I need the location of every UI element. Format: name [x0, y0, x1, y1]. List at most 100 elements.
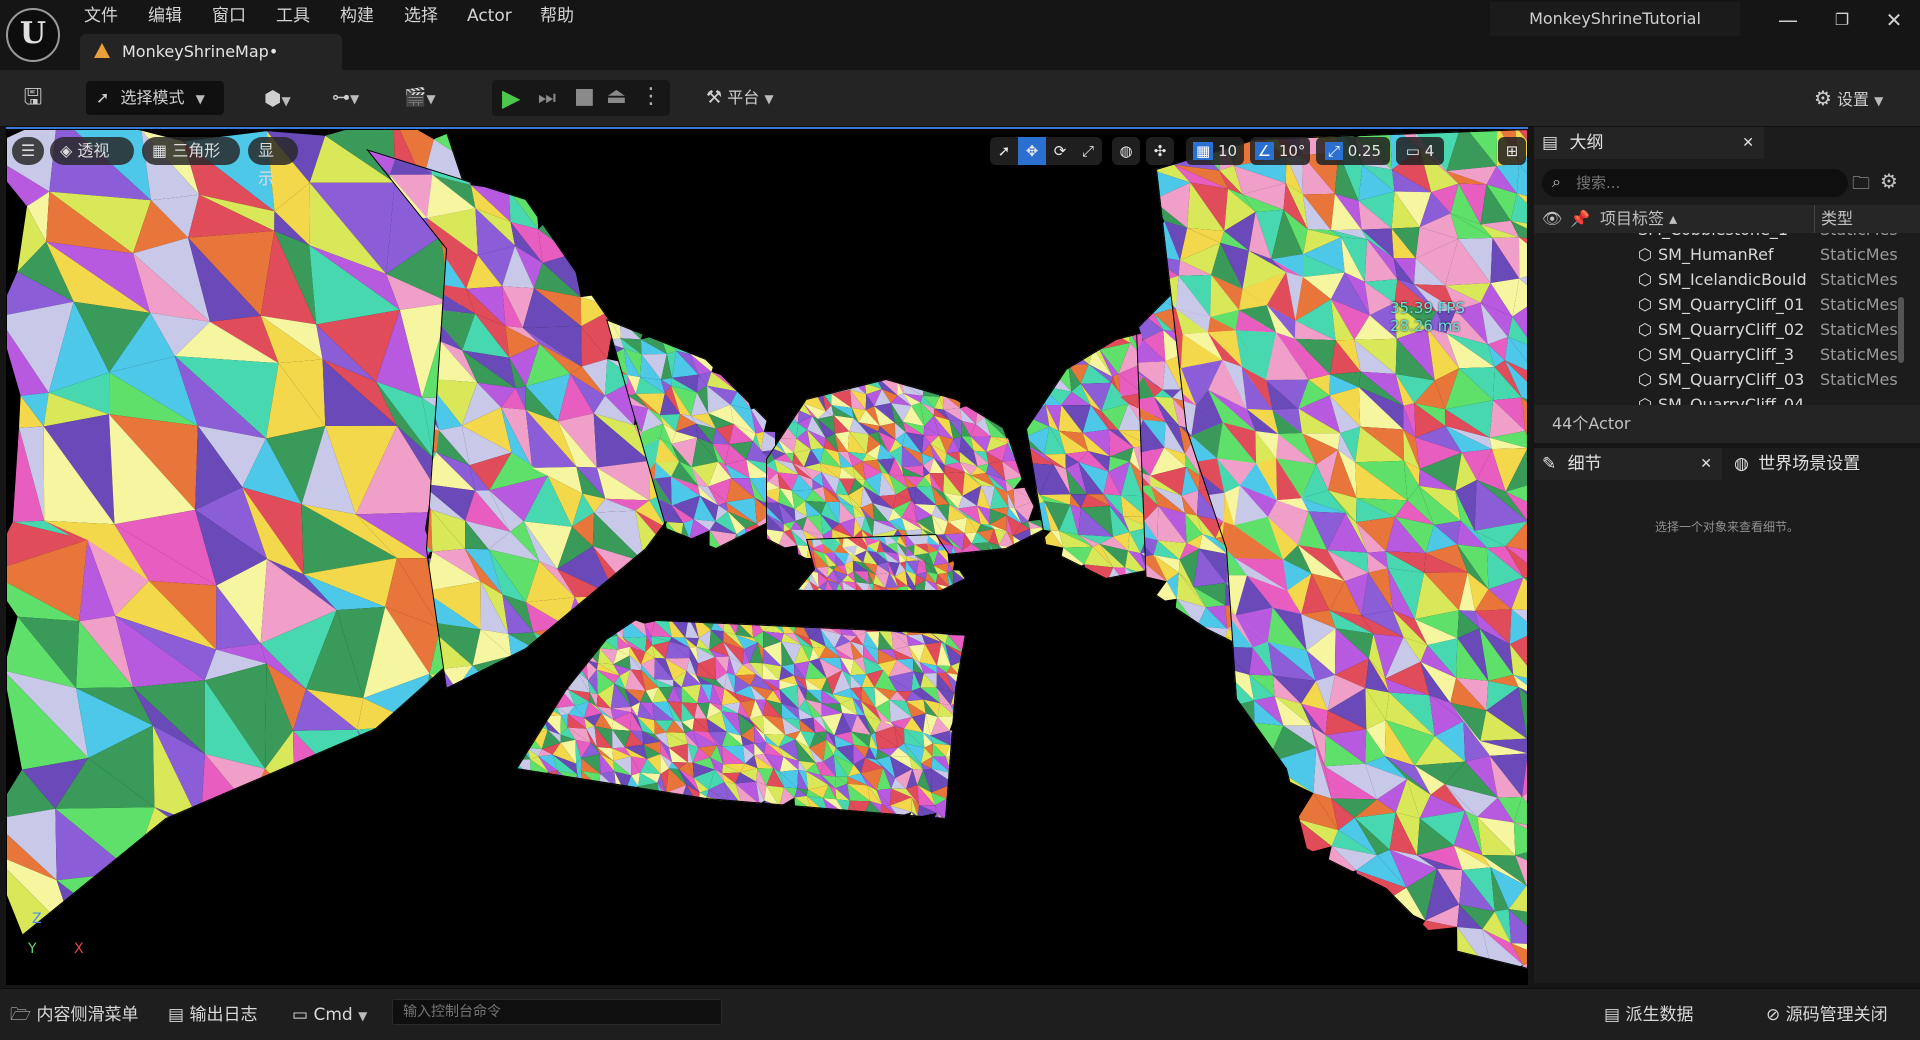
search-input[interactable] [1574, 172, 1838, 194]
level-viewport[interactable]: ☰ ◈ 透视 ▦ 三角形 显示 ➚ ✥ ⟳ ⤢ ◍ ✣ ▦ 10 ∠ 10° ⤢… [6, 127, 1528, 985]
list-item-type: StaticMes [1820, 267, 1898, 292]
list-item-type: StaticMes [1820, 317, 1898, 342]
advance-frame-icon[interactable]: ⏭ [538, 85, 556, 109]
type-column-header[interactable]: 类型 [1814, 205, 1853, 233]
grid-icon: ▦ [1193, 142, 1213, 160]
settings-dropdown[interactable]: ⚙ 设置 ▼ [1814, 81, 1910, 115]
outliner-scrollbar[interactable] [1898, 297, 1904, 363]
layout-icon[interactable]: ⊞ [1498, 137, 1526, 165]
mesh-triangle [1030, 527, 1047, 550]
add-actor-icon[interactable]: ⬢▼ [264, 81, 310, 115]
source-control-button[interactable]: ⊘ 源码管理关闭 [1766, 1001, 1916, 1029]
label-column-header[interactable]: 项目标签 ▴ [1600, 205, 1677, 233]
world-space-icon[interactable]: ◍ [1112, 137, 1140, 165]
search-icon: ⌕ [1552, 172, 1561, 192]
menu-help[interactable]: 帮助 [540, 4, 574, 28]
mesh-triangle [954, 690, 967, 699]
show-label: 显示 [258, 141, 274, 188]
derived-data-label: 派生数据 [1625, 1005, 1693, 1025]
console-command-input[interactable] [392, 999, 722, 1025]
mesh-triangle [538, 229, 572, 263]
view-mode-button[interactable]: ▦ 三角形 [142, 137, 240, 165]
eye-icon[interactable]: 👁 [1542, 205, 1562, 233]
grid-snap-toggle[interactable]: ▦ 10 [1186, 137, 1244, 165]
rotation-snap-toggle[interactable]: ∠ 10° [1250, 137, 1310, 165]
viewport-menu-icon[interactable]: ☰ [12, 137, 44, 165]
mesh-triangle [549, 771, 558, 787]
menu-tools[interactable]: 工具 [276, 4, 310, 28]
blueprint-icon[interactable]: ⊶▼ [332, 81, 378, 115]
outliner-tab-label: 大纲 [1569, 133, 1603, 153]
outliner-icon: ▤ [1542, 133, 1558, 153]
mesh-triangle [511, 656, 547, 696]
cinematics-icon[interactable]: 🎬▼ [404, 81, 450, 115]
platform-dropdown[interactable]: ⚒ 平台 ▼ [706, 81, 796, 115]
list-item-type: StaticMes [1820, 367, 1898, 392]
add-folder-icon[interactable]: 🗀 [1852, 171, 1870, 201]
details-tab[interactable]: ✎ 细节 ✕ [1534, 448, 1722, 480]
select-tool-icon[interactable]: ➚ [990, 137, 1018, 165]
mesh-triangle [962, 646, 976, 661]
mesh-triangle [1224, 701, 1254, 723]
mesh-triangle [856, 590, 869, 601]
mesh-triangle [823, 381, 832, 394]
cursor-icon: ➚ [96, 88, 109, 107]
output-log-button[interactable]: ▤ 输出日志 [168, 1001, 270, 1029]
outliner-tab[interactable]: ▤ 大纲 ✕ [1534, 127, 1764, 159]
mesh-triangle [737, 528, 751, 559]
menu-file[interactable]: 文件 [84, 4, 118, 28]
close-icon[interactable]: ✕ [1874, 6, 1914, 34]
list-item[interactable]: SM_Cobblestone_1 StaticMes [1534, 233, 1904, 242]
mesh-triangle [933, 619, 956, 636]
menu-actor[interactable]: Actor [467, 4, 512, 28]
mesh-triangle [602, 614, 617, 636]
fps-stats: 35.39 FPS 28.26 ms [1390, 299, 1465, 335]
content-drawer-button[interactable]: 🗁 内容侧滑菜单 [10, 1001, 156, 1029]
eject-icon[interactable]: ⏏ [606, 84, 627, 109]
pin-icon[interactable]: 📌 [1570, 205, 1590, 233]
mesh-triangle [1084, 564, 1113, 592]
play-icon[interactable]: ▶ [502, 84, 520, 112]
select-mode-dropdown[interactable]: ➚ 选择模式 ▼ [86, 81, 224, 115]
more-options-icon[interactable]: ⋮ [640, 84, 662, 109]
menu-edit[interactable]: 编辑 [148, 4, 182, 28]
list-item[interactable]: ⬡ SM_QuarryCliff_01 StaticMes [1534, 292, 1904, 317]
cmd-dropdown[interactable]: ▭ Cmd ▼ [292, 1001, 378, 1029]
details-empty-message: 选择一个对象来查看细节。 [1534, 518, 1920, 535]
static-mesh-icon: ⬡ [1638, 342, 1652, 367]
move-tool-icon[interactable]: ✥ [1018, 137, 1046, 165]
show-button[interactable]: 显示 [248, 137, 298, 165]
floor-patch-near[interactable] [513, 614, 976, 833]
rotate-tool-icon[interactable]: ⟳ [1046, 137, 1074, 165]
camera-speed-button[interactable]: ▭ 4 [1396, 137, 1444, 165]
derived-data-button[interactable]: ▤ 派生数据 [1604, 1001, 1722, 1029]
project-name: MonkeyShrineTutorial [1490, 2, 1740, 36]
list-item[interactable]: ⬡ SM_HumanRef StaticMes [1534, 242, 1904, 267]
list-item[interactable]: ⬡ SM_QuarryCliff_3 StaticMes [1534, 342, 1904, 367]
viewport-scene[interactable] [6, 129, 1528, 985]
menu-select[interactable]: 选择 [404, 4, 438, 28]
stop-icon[interactable]: ■ [574, 84, 595, 109]
perspective-button[interactable]: ◈ 透视 [50, 137, 134, 165]
scale-tool-icon[interactable]: ⤢ [1074, 137, 1102, 165]
close-icon[interactable]: ✕ [1742, 127, 1754, 159]
minimize-icon[interactable]: — [1768, 6, 1808, 34]
menu-build[interactable]: 构建 [340, 4, 374, 28]
list-item[interactable]: ⬡ SM_QuarryCliff_02 StaticMes [1534, 317, 1904, 342]
world-settings-tab[interactable]: ◍ 世界场景设置 [1726, 448, 1920, 480]
list-item[interactable]: ⬡ SM_QuarryCliff_03 StaticMes [1534, 367, 1904, 392]
surface-snap-icon[interactable]: ✣ [1146, 137, 1174, 165]
save-icon[interactable]: 🖫 [18, 81, 48, 115]
menu-window[interactable]: 窗口 [212, 4, 246, 28]
mesh-triangle [513, 760, 530, 778]
rotation-snap-value: 10° [1279, 142, 1306, 160]
restore-icon[interactable]: ❐ [1822, 6, 1862, 34]
gear-icon[interactable]: ⚙ [1880, 169, 1898, 193]
scale-snap-toggle[interactable]: ⤢ 0.25 [1316, 137, 1390, 165]
unreal-logo-icon[interactable]: U [6, 8, 60, 62]
document-tab[interactable]: MonkeyShrineMap• [80, 34, 342, 70]
list-item[interactable]: ⬡ SM_IcelandicBould StaticMes [1534, 267, 1904, 292]
outliner-search[interactable]: ⌕ [1542, 169, 1848, 197]
close-icon[interactable]: ✕ [1700, 448, 1712, 480]
frame-time-value: 28.26 ms [1390, 317, 1465, 335]
